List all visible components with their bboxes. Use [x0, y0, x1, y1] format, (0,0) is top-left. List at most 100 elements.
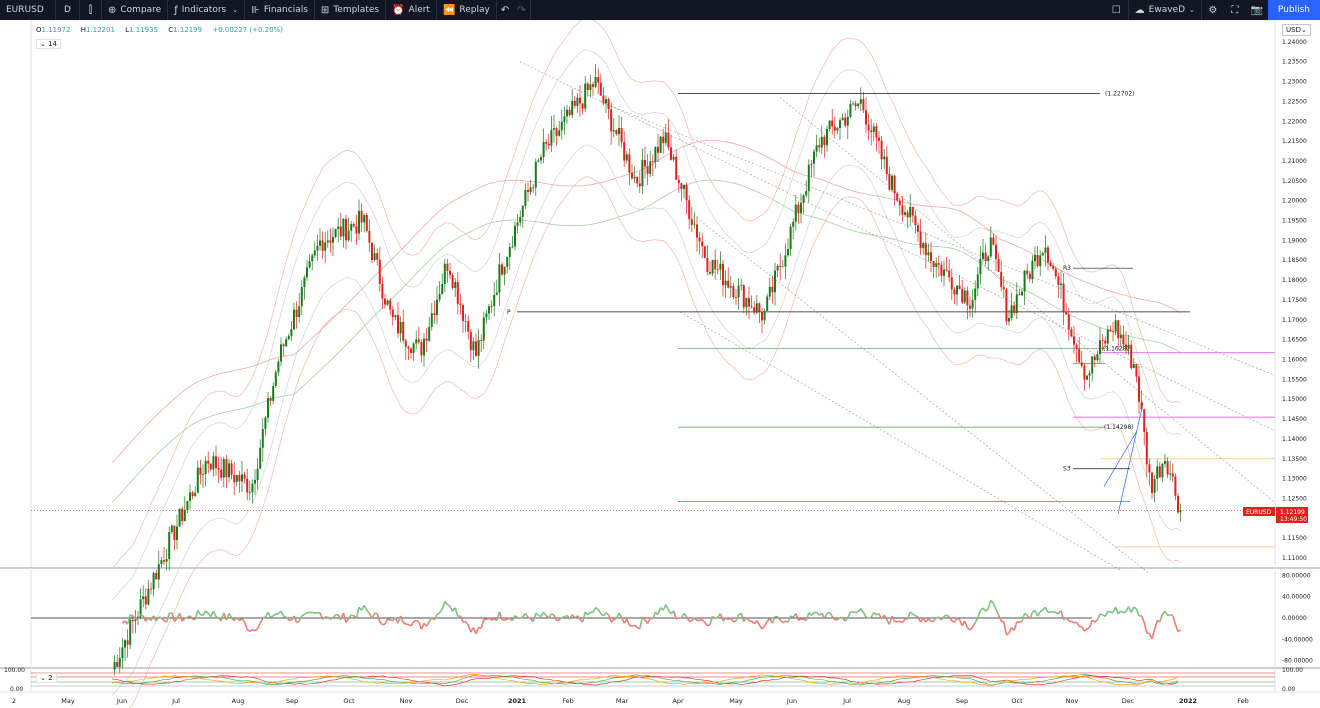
- indicators-button[interactable]: ƒ Indicators ⌄: [168, 0, 246, 20]
- symbol-search[interactable]: EURUSD: [0, 0, 56, 20]
- candle-body: [243, 474, 246, 479]
- candle-body: [690, 219, 693, 225]
- candle-body: [347, 230, 350, 241]
- candle-body: [997, 258, 1000, 272]
- alert-button[interactable]: ⏰ Alert: [386, 0, 437, 20]
- candle-body: [893, 175, 896, 194]
- candle-body: [248, 492, 251, 493]
- oscillator-line: [382, 623, 386, 626]
- replay-button[interactable]: ⏪ Replay: [437, 0, 497, 20]
- candle-body: [545, 141, 548, 144]
- oscillator-line: [454, 607, 459, 617]
- candle-body: [1083, 365, 1086, 380]
- chart-area[interactable]: (1.22702) R3 P (1.16282) (1.14298) S3 1.24000…: [0, 20, 1320, 708]
- compare-button[interactable]: ⊕ Compare: [102, 0, 169, 20]
- candle-body: [852, 103, 854, 105]
- time-axis[interactable]: 2 May Jun Jul Aug Sep Oct Nov Dec 2021 Feb Mar Apr Ma…: [12, 697, 1249, 705]
- candle-body: [412, 343, 415, 353]
- price-tick-label: 1.19000: [1282, 237, 1307, 244]
- candle-body: [373, 253, 376, 260]
- oscillator-line: [312, 611, 315, 614]
- candle-body: [477, 339, 480, 356]
- oscillator-line: [387, 618, 391, 621]
- time-tick-label: Jun: [116, 697, 127, 705]
- oscillator-line: [912, 613, 916, 617]
- chart-type-button[interactable]: ⫿: [80, 0, 102, 20]
- candle-body: [168, 532, 171, 560]
- candle-body: [303, 277, 306, 288]
- candle-body: [1000, 271, 1003, 287]
- time-tick-label: Jul: [842, 697, 851, 705]
- candle-body: [586, 83, 589, 91]
- oscillator-line: [1013, 621, 1018, 631]
- price-tick-label: 1.13000: [1282, 476, 1307, 483]
- lower-indicator-collapse-button[interactable]: ⌄ 2: [36, 673, 57, 683]
- trend-line: [679, 311, 1121, 571]
- indicator-collapse-button[interactable]: ⌄ 14: [36, 39, 62, 49]
- candle-body: [867, 124, 870, 131]
- candle-body: [768, 286, 771, 297]
- candle-body: [945, 269, 948, 271]
- candles-icon: ⫿: [88, 4, 93, 16]
- candle-body: [124, 640, 126, 648]
- candle-body: [792, 221, 795, 227]
- price-tick-label: 1.23500: [1282, 59, 1307, 66]
- candle-body: [490, 306, 493, 307]
- price-tick-label: 1.20500: [1282, 178, 1307, 185]
- price-axis[interactable]: 1.24000 1.23500 1.23000 1.22500 1.22000 1.215…: [1282, 39, 1307, 562]
- oscillator-line: [1174, 624, 1179, 632]
- templates-button[interactable]: ⊞ Templates: [315, 0, 387, 20]
- snapshot-button[interactable]: 📷: [1246, 0, 1268, 20]
- undo-button[interactable]: ↶: [497, 0, 513, 20]
- currency-selector[interactable]: USD⌄: [1282, 24, 1311, 36]
- interval-selector[interactable]: D: [56, 0, 80, 20]
- candle-body: [550, 129, 553, 146]
- price-tick-label: 1.22500: [1282, 98, 1307, 105]
- publish-button[interactable]: Publish: [1267, 0, 1320, 20]
- time-tick-label: Dec: [456, 697, 469, 705]
- price-tick-label: 1.16000: [1282, 357, 1307, 364]
- candle-body: [826, 129, 828, 146]
- candle-body: [935, 263, 938, 268]
- chevron-down-icon: ⌄: [40, 40, 49, 48]
- fullscreen-button[interactable]: ⛶: [1224, 0, 1246, 20]
- price-chart[interactable]: (1.22702)R3P(1.16282)(1.14298)S3 1.24000…: [0, 20, 1320, 708]
- oscillator-line: [1123, 610, 1127, 614]
- candle-body: [727, 280, 730, 288]
- trend-line: [519, 61, 1276, 432]
- layout-menu[interactable]: ☁ EwaveD ⌄: [1129, 0, 1202, 20]
- high-value: 1.12201: [85, 26, 115, 34]
- candle-body: [794, 204, 797, 222]
- candle-body: [368, 230, 371, 243]
- candle-body: [612, 130, 615, 132]
- oscillator-line: [158, 616, 162, 619]
- trend-channel-lines: [519, 61, 1276, 575]
- select-layout-checkbox[interactable]: ☐: [1105, 0, 1129, 20]
- candle-body: [558, 130, 561, 136]
- templates-icon: ⊞: [320, 4, 330, 16]
- oscillator-line: [225, 613, 230, 621]
- candle-body: [402, 321, 405, 341]
- symbol-price-tag: EURUSD: [1246, 509, 1272, 516]
- candle-body: [542, 141, 545, 158]
- settings-button[interactable]: ⚙: [1202, 0, 1224, 20]
- candle-body: [430, 313, 433, 327]
- candle-body: [982, 252, 984, 259]
- oscillator-line: [1135, 608, 1140, 617]
- redo-button[interactable]: ↷: [513, 0, 531, 20]
- financials-button[interactable]: ⊪ Financials: [245, 0, 315, 20]
- candle-body: [815, 145, 818, 152]
- candle-body: [183, 509, 186, 522]
- candle-body: [196, 467, 199, 493]
- oscillator-line: [618, 612, 623, 618]
- candle-body: [233, 474, 236, 483]
- candle-body: [693, 224, 696, 226]
- candle-body: [740, 285, 743, 287]
- candle-body: [204, 460, 207, 475]
- candle-body: [337, 226, 340, 229]
- candle-body: [212, 456, 215, 470]
- candle-body: [984, 252, 987, 261]
- candle-body: [560, 121, 563, 131]
- candle-body: [202, 474, 204, 475]
- oscillator-line: [730, 617, 735, 623]
